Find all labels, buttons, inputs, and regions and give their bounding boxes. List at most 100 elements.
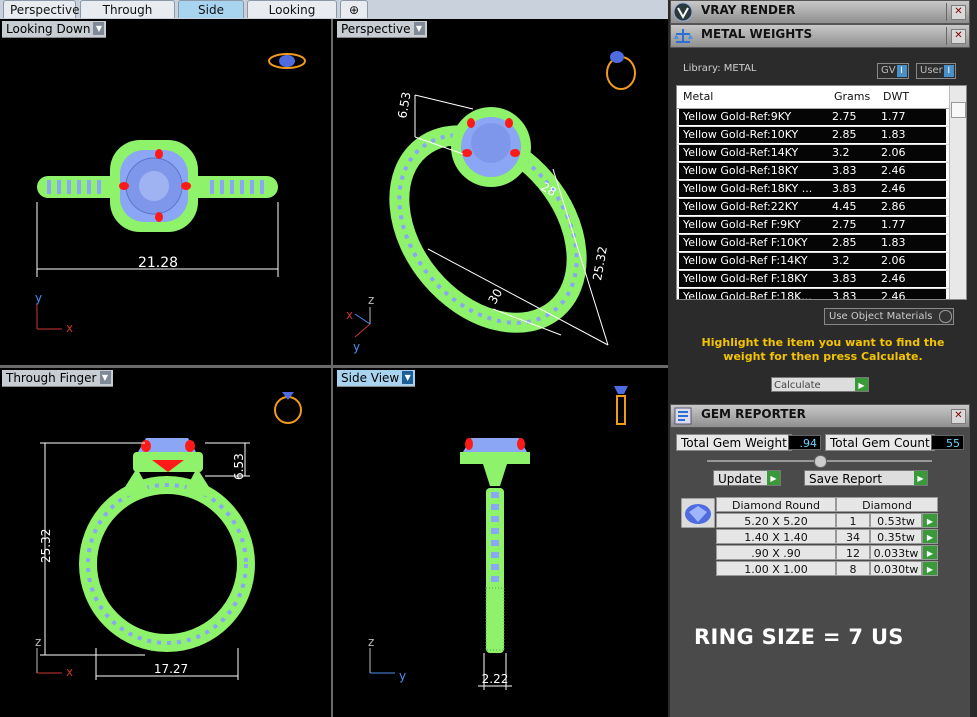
table-cell: 3.2	[829, 253, 878, 269]
play-icon: ▶	[855, 378, 868, 391]
table-cell: Yellow Gold-Ref:18KY ...	[679, 181, 831, 197]
tab-perspective[interactable]: Perspective	[3, 0, 80, 18]
close-icon[interactable]: ✕	[951, 409, 966, 424]
gv-toggle[interactable]: GV I	[877, 63, 909, 79]
tab-through-finger[interactable]: Through Finger	[80, 0, 175, 35]
user-label: User	[920, 65, 943, 76]
gem-row[interactable]: 1.00 X 1.00 8 0.030tw ▶	[716, 561, 938, 577]
table-cell: 2.46	[878, 163, 946, 179]
metal-weights-header[interactable]: METAL WEIGHTS ✕	[670, 24, 970, 48]
viewport-perspective[interactable]: Perspective ▼ 6.53 28 25.32 30 z x y	[333, 19, 668, 365]
play-icon[interactable]: ▶	[922, 529, 938, 544]
column-header-metal[interactable]: Metal	[683, 90, 713, 103]
total-gem-count-label: Total Gem Count	[825, 434, 935, 451]
table-row[interactable]: Yellow Gold-Ref F:10KY 2.85 1.83	[677, 235, 949, 253]
metal-rows: Yellow Gold-Ref:9KY 2.75 1.77 Yellow Gold-R…	[677, 109, 949, 299]
total-gem-weight-label: Total Gem Weight	[676, 434, 792, 451]
gem-cell: 8	[836, 561, 870, 576]
toggle-icon: I	[943, 65, 954, 77]
toggle-icon: I	[896, 65, 907, 77]
slider-handle[interactable]	[814, 455, 827, 468]
panel-title: VRAY RENDER	[701, 3, 796, 17]
save-report-label: Save Report	[809, 472, 883, 486]
viewport-divider[interactable]	[0, 365, 668, 368]
gem-cell: 0.030tw	[870, 561, 922, 576]
ring-top-view-drawing: 21.28 y x	[35, 53, 306, 335]
table-cell: 2.75	[829, 109, 878, 125]
svg-text:25.32: 25.32	[590, 245, 610, 281]
save-report-button[interactable]: Save Report ▶	[804, 470, 928, 486]
table-cell: 2.75	[829, 217, 878, 233]
gem-row[interactable]: 5.20 X 5.20 1 0.53tw ▶	[716, 513, 938, 529]
table-row[interactable]: Yellow Gold-Ref:22KY 4.45 2.86	[677, 199, 949, 217]
close-icon[interactable]: ✕	[951, 29, 966, 44]
tab-side-view[interactable]: Side View	[178, 0, 244, 35]
scale-icon	[674, 29, 693, 43]
table-cell: 2.86	[878, 199, 946, 215]
play-icon[interactable]: ▶	[922, 545, 938, 560]
play-icon[interactable]: ▶	[922, 513, 938, 528]
vray-render-header[interactable]: VRAY RENDER ✕	[670, 0, 970, 24]
table-cell: 2.46	[878, 289, 946, 299]
use-object-materials-toggle[interactable]: Use Object Materials	[824, 308, 954, 325]
gem-row[interactable]: .90 X .90 12 0.033tw ▶	[716, 545, 938, 561]
table-row[interactable]: Yellow Gold-Ref:14KY 3.2 2.06	[677, 145, 949, 163]
viewport-looking-down[interactable]: Looking Down ▼ 21.28 y x	[0, 19, 331, 365]
table-row[interactable]: Yellow Gold-Ref F:9KY 2.75 1.77	[677, 217, 949, 235]
table-row[interactable]: Yellow Gold-Ref F:18K... 3.83 2.46	[677, 289, 949, 299]
table-cell: 1.77	[878, 217, 946, 233]
table-cell: Yellow Gold-Ref:9KY	[679, 109, 831, 125]
scrollbar-thumb[interactable]	[951, 102, 966, 118]
gem-cell: 1.00 X 1.00	[716, 561, 836, 576]
table-row[interactable]: Yellow Gold-Ref:18KY ... 3.83 2.46	[677, 181, 949, 199]
column-header-grams[interactable]: Grams	[834, 90, 870, 103]
play-icon[interactable]: ▶	[922, 561, 938, 576]
radio-icon[interactable]	[939, 310, 952, 323]
metal-weights-table[interactable]: Metal Grams DWT Yellow Gold-Ref:9KY 2.75 1…	[676, 85, 967, 300]
panel-title: METAL WEIGHTS	[701, 27, 813, 41]
svg-text:x: x	[66, 321, 73, 335]
table-cell: 3.83	[829, 181, 878, 197]
gem-cell: 12	[836, 545, 870, 560]
table-cell: Yellow Gold-Ref:18KY	[679, 163, 831, 179]
svg-text:x: x	[346, 308, 353, 322]
total-gem-weight-value: .94	[788, 435, 821, 450]
ring-size-label: RING SIZE = 7 US	[694, 625, 904, 649]
dimension-label: 21.28	[138, 255, 178, 271]
table-cell: 3.83	[829, 289, 878, 299]
svg-text:25.32: 25.32	[39, 529, 53, 563]
table-cell: Yellow Gold-Ref:10KY	[679, 127, 831, 143]
table-row[interactable]: Yellow Gold-Ref F:14KY 3.2 2.06	[677, 253, 949, 271]
table-row[interactable]: Yellow Gold-Ref:18KY 3.83 2.46	[677, 163, 949, 181]
diamond-icon	[681, 498, 715, 528]
svg-text:6.53: 6.53	[395, 91, 413, 120]
gem-cell: 0.033tw	[870, 545, 922, 560]
scrollbar[interactable]	[949, 86, 966, 299]
column-header-dwt[interactable]: DWT	[883, 90, 909, 103]
viewport-through-finger[interactable]: Through Finger ▼ 25.32 6.53 17.27 z x	[0, 368, 331, 717]
svg-text:17.27: 17.27	[154, 662, 188, 676]
table-cell: Yellow Gold-Ref:14KY	[679, 145, 831, 161]
gem-row[interactable]: 1.40 X 1.40 34 0.35tw ▶	[716, 529, 938, 545]
table-cell: 3.83	[829, 271, 878, 287]
add-tab-button[interactable]: ⊕	[340, 0, 368, 18]
total-gem-count-value: 55	[931, 435, 964, 450]
table-cell: 1.83	[878, 235, 946, 251]
viewport-side-view[interactable]: Side View ▼ 2.22 z y	[333, 368, 668, 717]
table-row[interactable]: Yellow Gold-Ref:9KY 2.75 1.77	[677, 109, 949, 127]
table-cell: 2.46	[878, 271, 946, 287]
calculate-button[interactable]: Calculate ▶	[771, 377, 869, 392]
close-icon[interactable]: ✕	[951, 5, 966, 20]
table-header: Metal Grams DWT	[677, 86, 949, 109]
update-button[interactable]: Update ▶	[713, 470, 781, 486]
gem-reporter-header[interactable]: GEM REPORTER ✕	[670, 404, 970, 428]
tab-looking-down[interactable]: Looking Down	[247, 0, 337, 35]
viewport-tab-bar: Perspective Through Finger Side View Loo…	[0, 0, 668, 35]
table-row[interactable]: Yellow Gold-Ref F:18KY 3.83 2.46	[677, 271, 949, 289]
viewport-divider[interactable]	[331, 19, 333, 717]
user-toggle[interactable]: User I	[916, 63, 956, 79]
gem-cell: 1.40 X 1.40	[716, 529, 836, 544]
table-row[interactable]: Yellow Gold-Ref:10KY 2.85 1.83	[677, 127, 949, 145]
svg-text:30: 30	[485, 286, 505, 306]
table-cell: Yellow Gold-Ref F:9KY	[679, 217, 831, 233]
